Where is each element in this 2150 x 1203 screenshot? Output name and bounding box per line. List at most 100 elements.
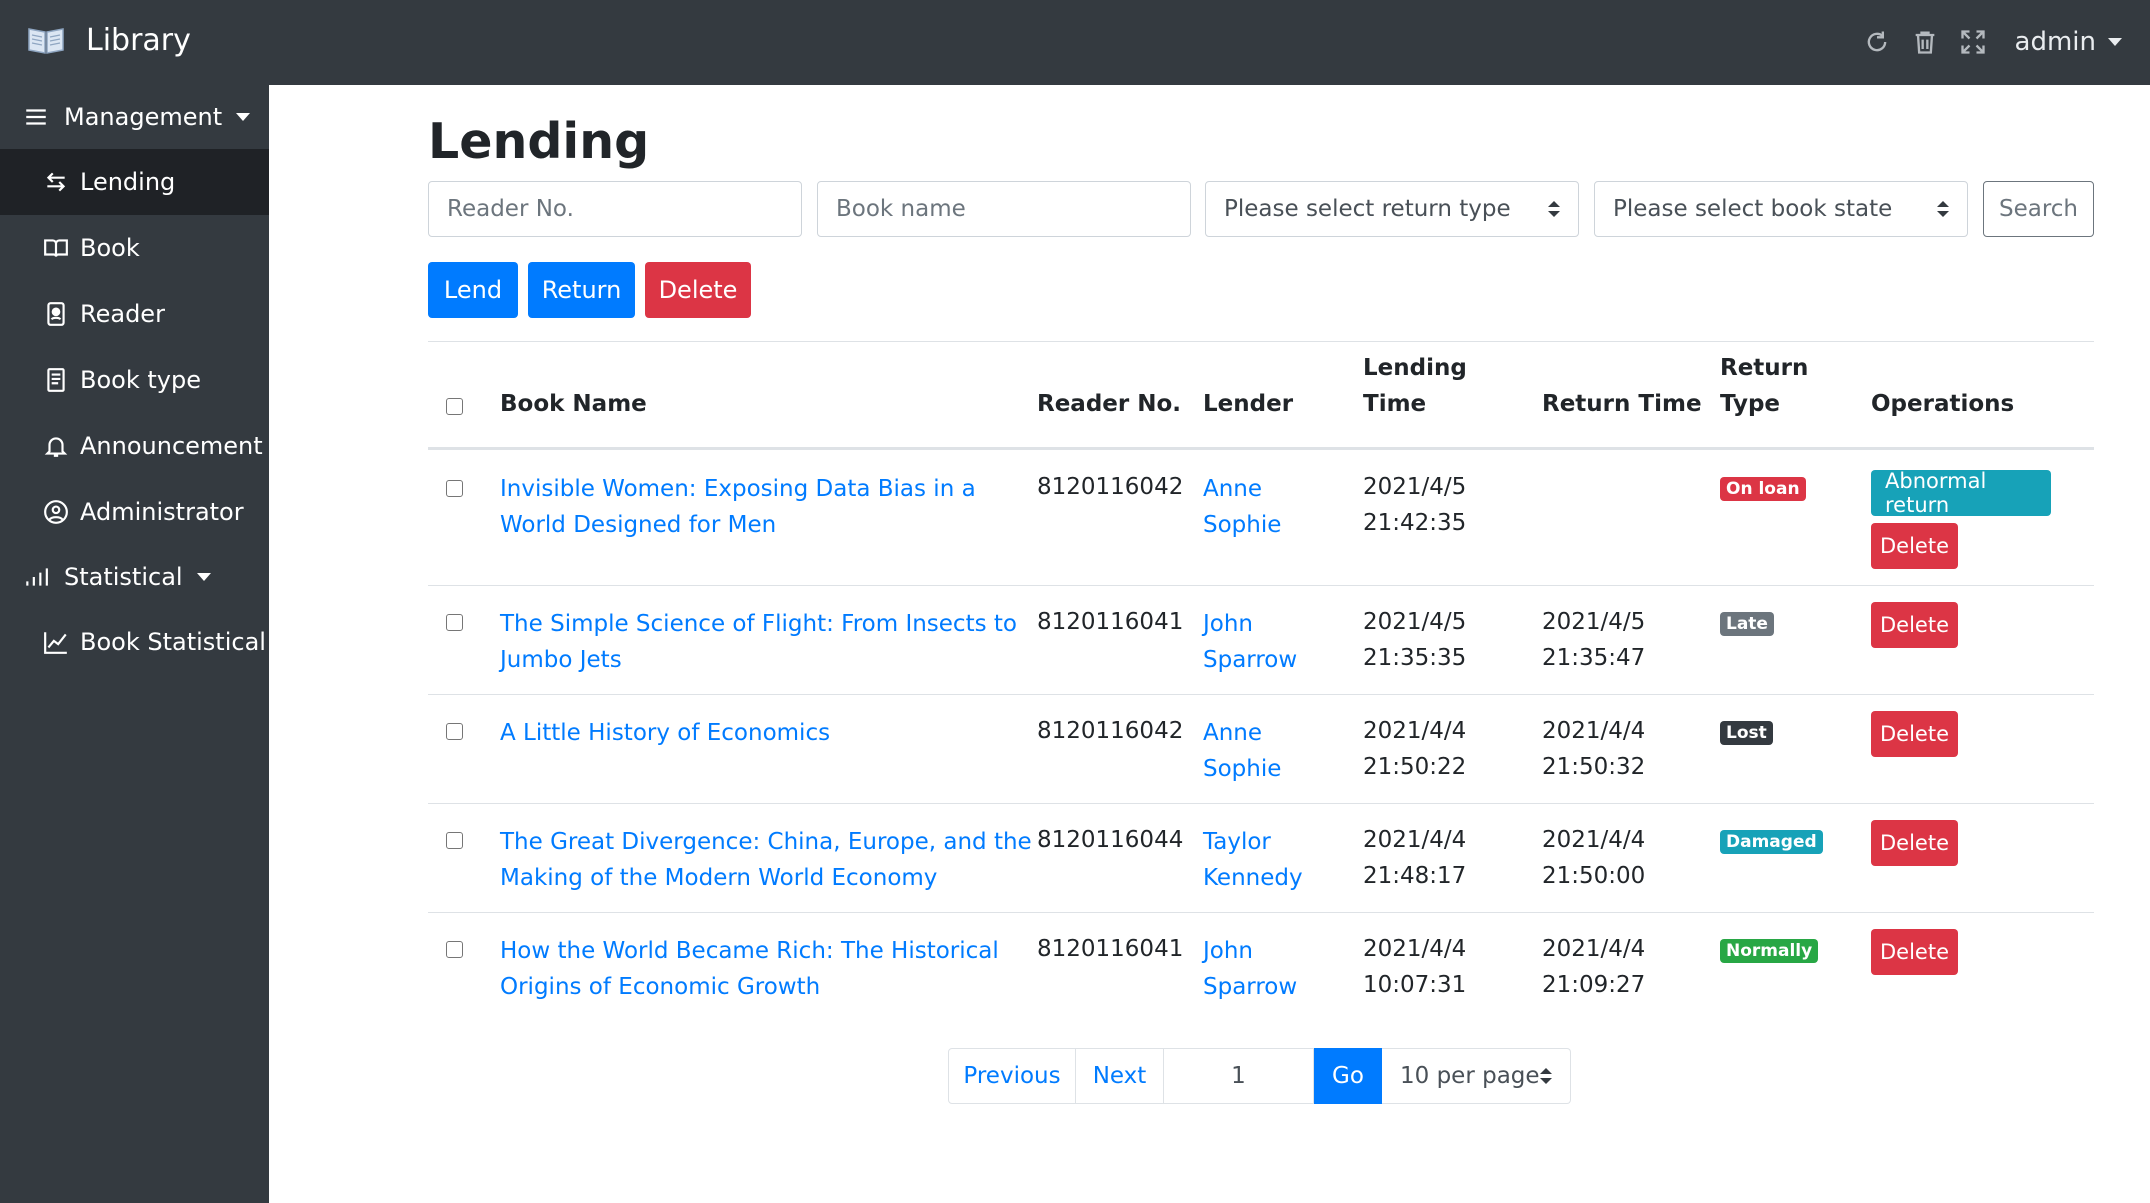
table-header: Book Name Reader No. Lender Lending Time… bbox=[428, 342, 2094, 450]
lender-link[interactable]: Anne bbox=[1203, 471, 1262, 507]
user-circle-icon bbox=[42, 498, 70, 526]
filter-bar: Reader No. Book name Please select retur… bbox=[428, 181, 2094, 237]
status-badge: Late bbox=[1720, 612, 1774, 636]
reader-no-input[interactable]: Reader No. bbox=[428, 181, 802, 237]
sidebar-item-lending[interactable]: Lending bbox=[0, 149, 269, 215]
sidebar-item-label: Book bbox=[80, 234, 140, 262]
row-checkbox[interactable] bbox=[446, 614, 463, 631]
header-lending-time-line2: Time bbox=[1363, 391, 1427, 417]
status-badge: Lost bbox=[1720, 721, 1773, 745]
lender-link[interactable]: Sparrow bbox=[1203, 642, 1297, 678]
lender-link[interactable]: Taylor bbox=[1203, 824, 1271, 860]
row-delete-button[interactable]: Delete bbox=[1871, 929, 1958, 975]
sidebar-group-statistical[interactable]: Statistical bbox=[0, 545, 269, 609]
lending-time: 21:42:35 bbox=[1363, 510, 1467, 536]
delete-button[interactable]: Delete bbox=[645, 262, 751, 318]
sidebar-item-book[interactable]: Book bbox=[0, 215, 269, 281]
sidebar-item-label: Book Statistical bbox=[80, 628, 266, 656]
reader-card-icon bbox=[42, 300, 70, 328]
header-return-type-line2: Type bbox=[1720, 391, 1781, 417]
refresh-icon[interactable] bbox=[1863, 28, 1891, 56]
fullscreen-icon[interactable] bbox=[1959, 28, 1987, 56]
next-page-button[interactable]: Next bbox=[1076, 1048, 1164, 1104]
lending-time: 10:07:31 bbox=[1363, 972, 1467, 998]
menu-icon bbox=[22, 103, 50, 131]
previous-page-button[interactable]: Previous bbox=[948, 1048, 1076, 1104]
sidebar-item-label: Lending bbox=[80, 168, 176, 196]
row-checkbox[interactable] bbox=[446, 723, 463, 740]
table-row: How the World Became Rich: The Historica… bbox=[428, 913, 2094, 1022]
go-button[interactable]: Go bbox=[1314, 1048, 1382, 1104]
sidebar-item-reader[interactable]: Reader bbox=[0, 281, 269, 347]
reader-no: 8120116042 bbox=[1037, 474, 1184, 500]
book-name-link[interactable]: Origins of Economic Growth bbox=[500, 969, 820, 1005]
book-name-link[interactable]: How the World Became Rich: The Historica… bbox=[500, 933, 999, 969]
sidebar-item-book-statistical[interactable]: Book Statistical bbox=[0, 609, 269, 675]
row-checkbox[interactable] bbox=[446, 480, 463, 497]
lending-date: 2021/4/4 bbox=[1363, 936, 1467, 962]
header-operations: Operations bbox=[1871, 391, 2015, 417]
lending-date: 2021/4/4 bbox=[1363, 827, 1467, 853]
user-menu[interactable]: admin bbox=[2015, 27, 2122, 57]
book-state-select-value: Please select book state bbox=[1613, 196, 1893, 222]
table-row: The Great Divergence: China, Europe, and… bbox=[428, 804, 2094, 913]
book-name-link[interactable]: World Designed for Men bbox=[500, 507, 776, 543]
return-type-select[interactable]: Please select return type bbox=[1205, 181, 1579, 237]
book-name-link[interactable]: Making of the Modern World Economy bbox=[500, 860, 937, 896]
book-name-link[interactable]: The Great Divergence: China, Europe, and… bbox=[500, 824, 1032, 860]
brand[interactable]: Library bbox=[26, 20, 191, 60]
sidebar: Management Lending Book Reader Book type… bbox=[0, 85, 269, 1203]
return-button[interactable]: Return bbox=[528, 262, 635, 318]
lend-button[interactable]: Lend bbox=[428, 262, 518, 318]
book-name-input[interactable]: Book name bbox=[817, 181, 1191, 237]
lender-link[interactable]: John bbox=[1203, 606, 1253, 642]
trash-icon[interactable] bbox=[1911, 28, 1939, 56]
sidebar-item-label: Book type bbox=[80, 366, 201, 394]
row-delete-button[interactable]: Delete bbox=[1871, 602, 1958, 648]
row-checkbox[interactable] bbox=[446, 832, 463, 849]
page-size-select[interactable]: 10 per page bbox=[1382, 1048, 1571, 1104]
search-button[interactable]: Search bbox=[1983, 181, 2094, 237]
status-badge: On loan bbox=[1720, 477, 1806, 501]
book-name-link[interactable]: Jumbo Jets bbox=[500, 642, 622, 678]
status-badge: Damaged bbox=[1720, 830, 1823, 854]
chevron-down-icon bbox=[196, 573, 211, 581]
sidebar-item-book-type[interactable]: Book type bbox=[0, 347, 269, 413]
return-date: 2021/4/4 bbox=[1542, 718, 1646, 744]
line-chart-icon bbox=[42, 628, 70, 656]
sidebar-item-administrator[interactable]: Administrator bbox=[0, 479, 269, 545]
abnormal-return-button[interactable]: Abnormal return bbox=[1871, 469, 2051, 517]
select-arrows-icon bbox=[1540, 1068, 1552, 1084]
row-delete-button[interactable]: Delete bbox=[1871, 820, 1958, 866]
return-date: 2021/4/5 bbox=[1542, 609, 1646, 635]
header-lending-time-line1: Lending bbox=[1363, 355, 1467, 381]
lender-link[interactable]: Sophie bbox=[1203, 751, 1281, 787]
sidebar-item-announcement[interactable]: Announcement bbox=[0, 413, 269, 479]
book-name-link[interactable]: Invisible Women: Exposing Data Bias in a bbox=[500, 471, 976, 507]
page-number-input[interactable]: 1 bbox=[1164, 1048, 1314, 1104]
header-book-name: Book Name bbox=[500, 391, 647, 417]
select-all-checkbox[interactable] bbox=[446, 398, 463, 415]
lender-link[interactable]: Anne bbox=[1203, 715, 1262, 751]
lending-time: 21:35:35 bbox=[1363, 645, 1467, 671]
lending-date: 2021/4/4 bbox=[1363, 718, 1467, 744]
book-name-link[interactable]: A Little History of Economics bbox=[500, 715, 830, 751]
sidebar-item-label: Reader bbox=[80, 300, 165, 328]
lender-link[interactable]: Kennedy bbox=[1203, 860, 1303, 896]
reader-no: 8120116041 bbox=[1037, 609, 1184, 635]
app-title: Library bbox=[86, 22, 191, 58]
return-date: 2021/4/4 bbox=[1542, 827, 1646, 853]
row-checkbox[interactable] bbox=[446, 941, 463, 958]
lending-time: 21:48:17 bbox=[1363, 863, 1467, 889]
book-name-link[interactable]: The Simple Science of Flight: From Insec… bbox=[500, 606, 1017, 642]
row-delete-button[interactable]: Delete bbox=[1871, 523, 1958, 569]
lender-link[interactable]: John bbox=[1203, 933, 1253, 969]
reader-no: 8120116042 bbox=[1037, 718, 1184, 744]
book-state-select[interactable]: Please select book state bbox=[1594, 181, 1968, 237]
lender-link[interactable]: Sophie bbox=[1203, 507, 1281, 543]
lender-link[interactable]: Sparrow bbox=[1203, 969, 1297, 1005]
sidebar-group-management[interactable]: Management bbox=[0, 85, 269, 149]
sidebar-group-label: Statistical bbox=[64, 563, 183, 591]
row-delete-button[interactable]: Delete bbox=[1871, 711, 1958, 757]
header-return-time: Return Time bbox=[1542, 391, 1702, 417]
